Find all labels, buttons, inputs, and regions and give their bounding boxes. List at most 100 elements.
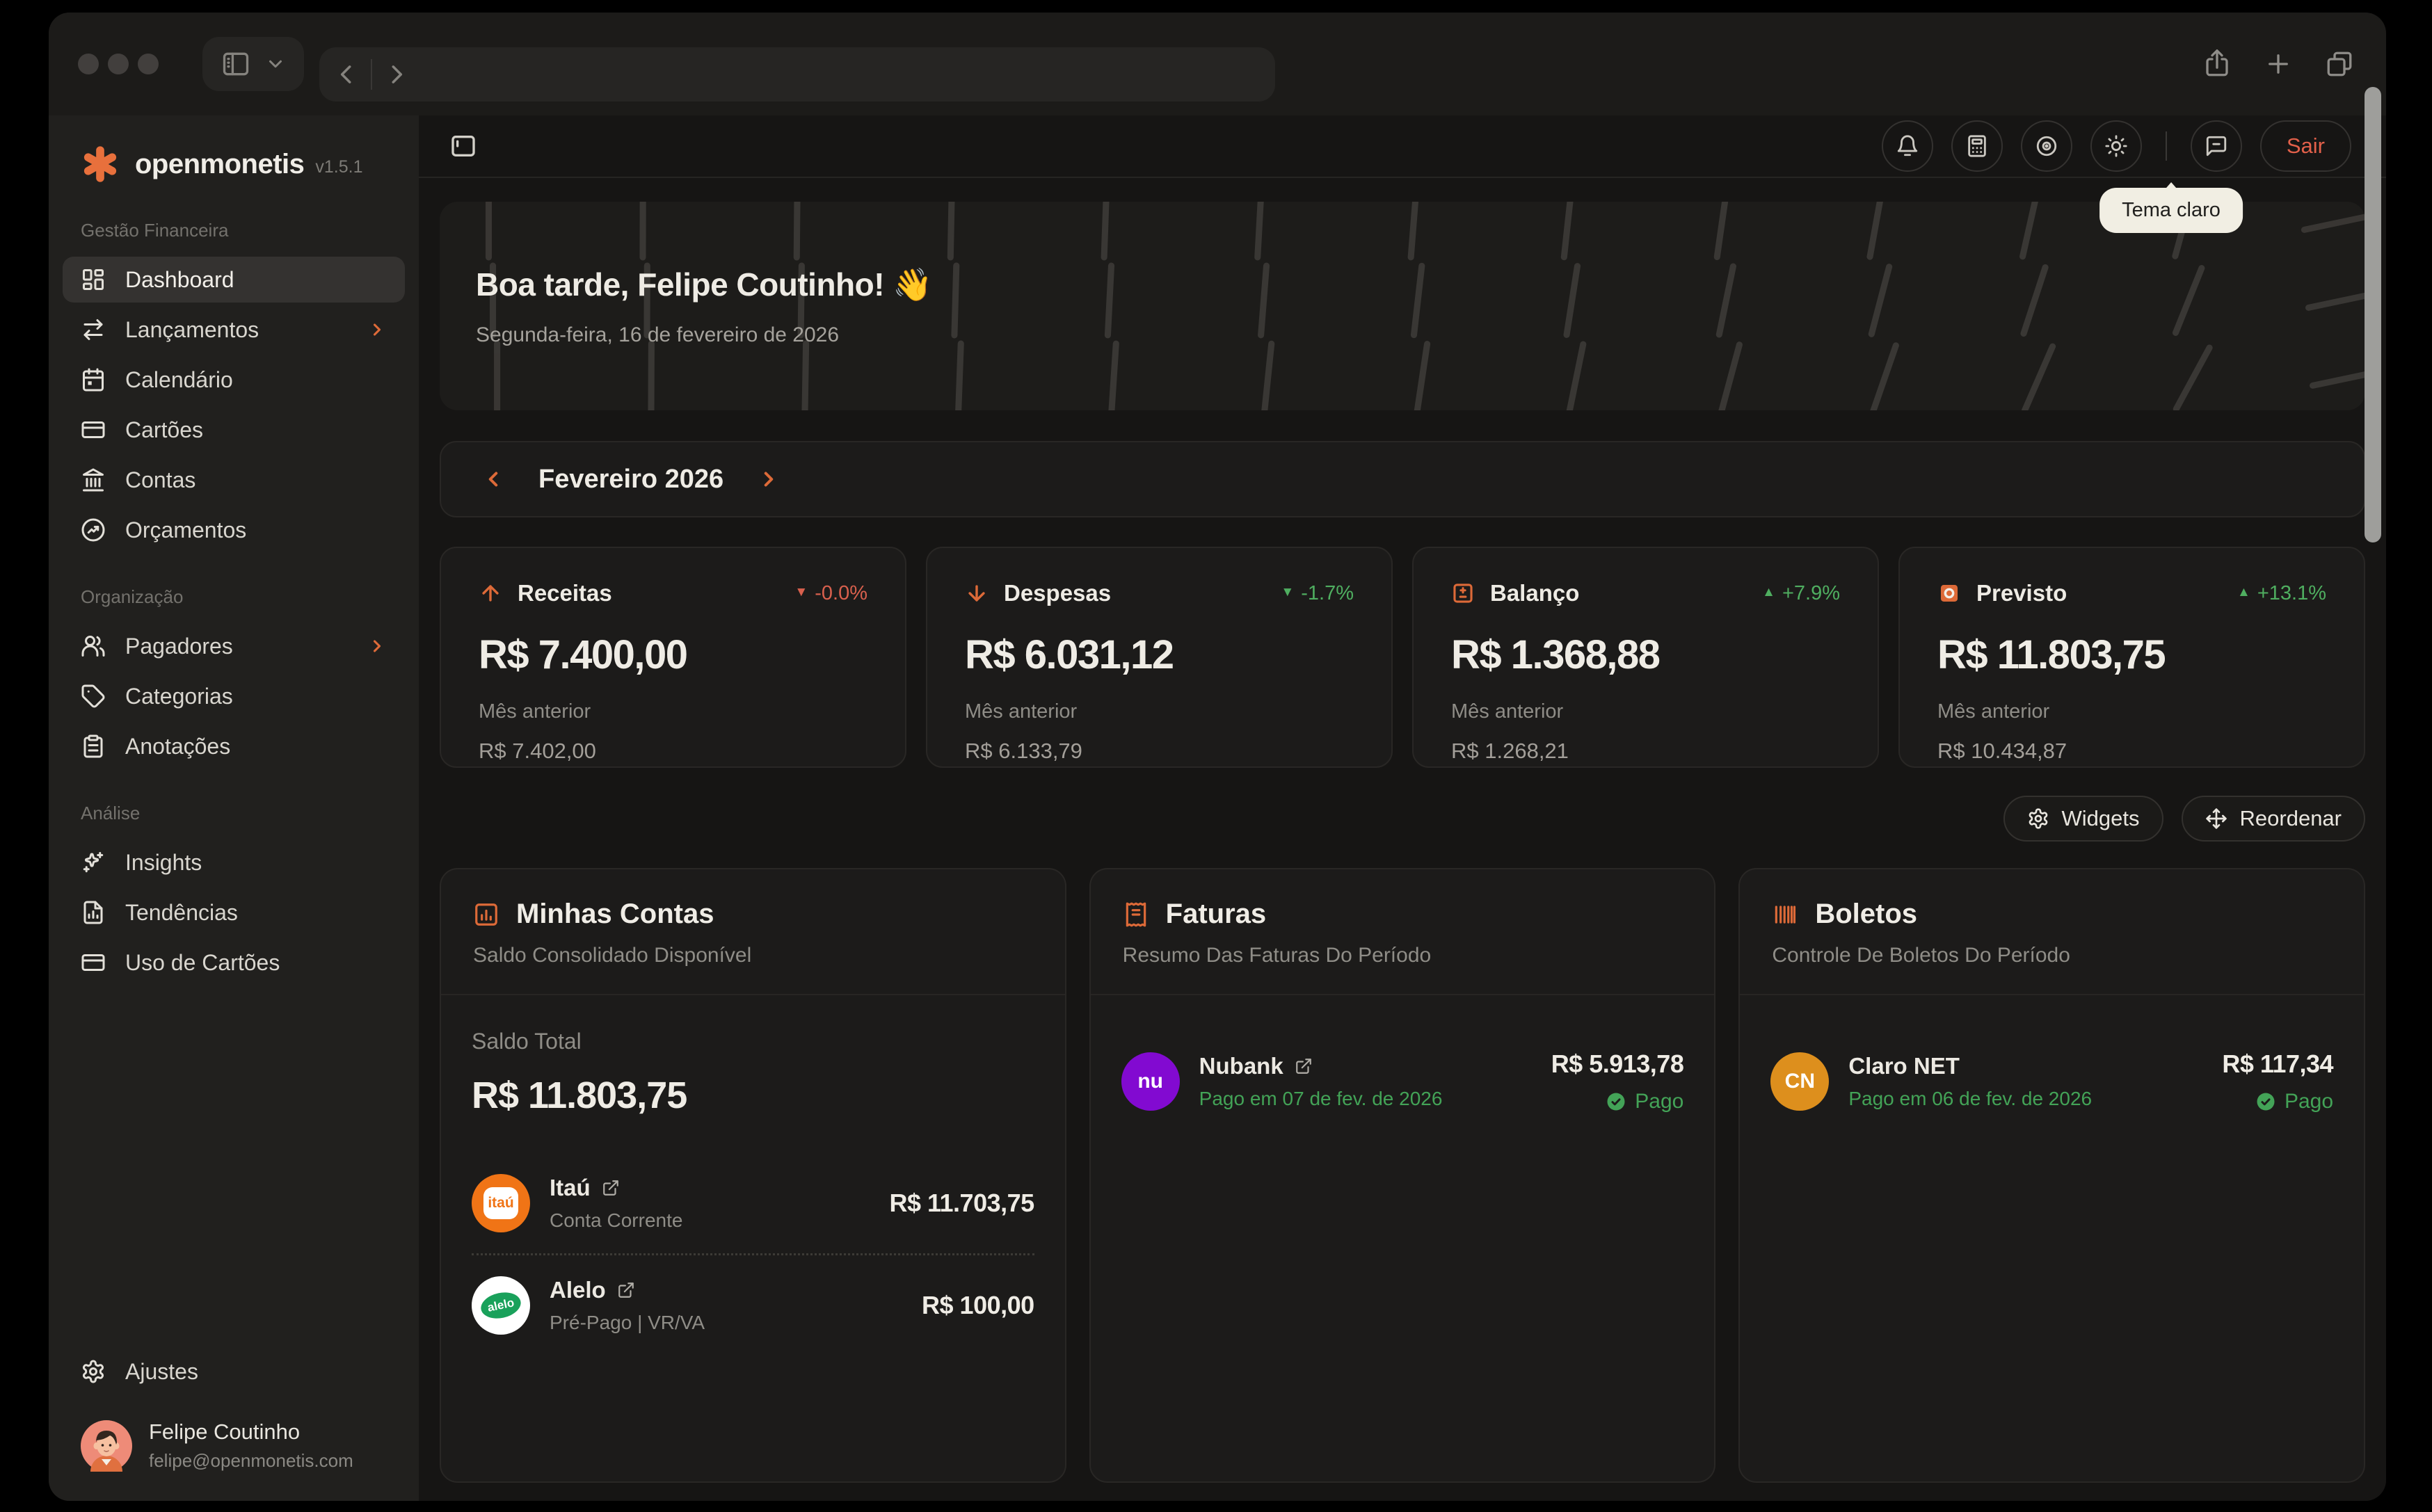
account-detail: Conta Corrente bbox=[550, 1209, 682, 1232]
trend-badge: ▲+13.1% bbox=[2237, 582, 2326, 605]
widgets-row: Minhas Contas Saldo Consolidado Disponív… bbox=[440, 868, 2365, 1483]
external-link-icon[interactable] bbox=[1295, 1057, 1313, 1075]
theme-tooltip: Tema claro bbox=[2099, 188, 2243, 233]
sidebar-item-dashboard[interactable]: Dashboard bbox=[63, 257, 405, 303]
widget-title: Boletos bbox=[1815, 899, 1917, 930]
widget-minhas-contas: Minhas Contas Saldo Consolidado Disponív… bbox=[440, 868, 1066, 1483]
asterisk-logo-icon bbox=[81, 145, 120, 184]
stat-card-receitas[interactable]: Receitas ▼-0.0% R$ 7.400,00 Mês anterior… bbox=[440, 547, 906, 768]
bill-value: R$ 117,34 bbox=[2222, 1049, 2333, 1079]
sidebar-item-anotacoes[interactable]: Anotações bbox=[63, 723, 405, 769]
history-nav bbox=[319, 47, 1275, 102]
forward-button[interactable] bbox=[383, 61, 410, 88]
credit-card-icon bbox=[81, 417, 106, 442]
sidebar-item-uso-de-cartoes[interactable]: Uso de Cartões bbox=[63, 940, 405, 986]
budget-goal-icon bbox=[81, 517, 106, 542]
account-name: Itaú bbox=[550, 1175, 591, 1201]
sidebar-item-tendencias[interactable]: Tendências bbox=[63, 890, 405, 935]
sidebar-collapse-button[interactable] bbox=[449, 132, 477, 160]
account-row-alelo[interactable]: alelo Alelo Pré-Pago | VR/VA R$ 100,00 bbox=[472, 1253, 1034, 1356]
sidebar-item-calendario[interactable]: Calendário bbox=[63, 357, 405, 403]
calculator-button[interactable] bbox=[1951, 120, 2003, 172]
app-name: openmonetis bbox=[135, 149, 304, 180]
sidebar-item-insights[interactable]: Insights bbox=[63, 839, 405, 885]
sidebar: openmonetis v1.5.1 Gestão Financeira Das… bbox=[49, 115, 419, 1501]
sidebar-item-label: Anotações bbox=[125, 734, 230, 759]
sidebar-item-ajustes[interactable]: Ajustes bbox=[63, 1349, 405, 1394]
sidebar-item-label: Ajustes bbox=[125, 1359, 198, 1385]
stat-label: Despesas bbox=[1004, 580, 1111, 606]
theme-toggle-button[interactable] bbox=[2090, 120, 2142, 172]
trend-badge: ▼-1.7% bbox=[1281, 582, 1354, 605]
trend-badge: ▲+7.9% bbox=[1762, 582, 1840, 605]
next-month-button[interactable] bbox=[757, 467, 781, 491]
divider bbox=[371, 59, 372, 90]
user-profile[interactable]: Felipe Coutinho felipe@openmonetis.com bbox=[63, 1399, 405, 1477]
external-link-icon[interactable] bbox=[617, 1281, 635, 1299]
tab-overview-icon[interactable] bbox=[2325, 49, 2354, 79]
sidebar-item-cartoes[interactable]: Cartões bbox=[63, 407, 405, 453]
privacy-eye-button[interactable] bbox=[2021, 120, 2072, 172]
greeting-date: Segunda-feira, 16 de fevereiro de 2026 bbox=[476, 323, 2365, 347]
itau-logo: itaú bbox=[472, 1174, 530, 1232]
stat-label: Balanço bbox=[1490, 580, 1579, 606]
widget-title: Minhas Contas bbox=[516, 899, 714, 930]
sidebar-item-label: Categorias bbox=[125, 684, 233, 709]
account-row-itau[interactable]: itaú Itaú Conta Corrente R$ 11.703,75 bbox=[472, 1153, 1034, 1253]
sidebar-item-label: Pagadores bbox=[125, 634, 233, 659]
sidebar-item-label: Dashboard bbox=[125, 267, 234, 293]
sidebar-item-pagadores[interactable]: Pagadores bbox=[63, 623, 405, 669]
external-link-icon[interactable] bbox=[602, 1179, 620, 1197]
widget-subtitle: Resumo Das Faturas Do Período bbox=[1123, 944, 1683, 967]
window-minimize-button[interactable] bbox=[108, 54, 129, 74]
user-email: felipe@openmonetis.com bbox=[149, 1450, 353, 1472]
barcode-icon bbox=[1772, 901, 1798, 928]
new-tab-icon[interactable] bbox=[2264, 49, 2293, 79]
account-detail: Pré-Pago | VR/VA bbox=[550, 1312, 705, 1334]
stat-prev-value: R$ 10.434,87 bbox=[1937, 739, 2326, 764]
divider bbox=[2166, 131, 2167, 161]
nav-section-label: Análise bbox=[63, 803, 405, 824]
receipt-icon bbox=[1123, 901, 1149, 928]
sidebar-item-label: Calendário bbox=[125, 367, 233, 393]
dashboard-content: Boa tarde, Felipe Coutinho! 👋 Segunda-fe… bbox=[419, 178, 2386, 1501]
sidebar-item-orcamentos[interactable]: Orçamentos bbox=[63, 507, 405, 553]
sidebar-item-label: Lançamentos bbox=[125, 317, 259, 343]
stat-value: R$ 6.031,12 bbox=[965, 632, 1354, 678]
browser-sidebar-toggle[interactable] bbox=[202, 37, 304, 91]
back-button[interactable] bbox=[333, 61, 360, 88]
feedback-chat-button[interactable] bbox=[2191, 120, 2242, 172]
stat-label: Receitas bbox=[518, 580, 612, 606]
sidebar-item-categorias[interactable]: Categorias bbox=[63, 673, 405, 719]
stat-card-balanco[interactable]: Balanço ▲+7.9% R$ 1.368,88 Mês anterior … bbox=[1412, 547, 1879, 768]
invoice-row-nubank[interactable]: nu Nubank Pago em 07 de fev. de 2026 R$ … bbox=[1121, 1029, 1684, 1134]
stat-prev-label: Mês anterior bbox=[1451, 700, 1840, 723]
window-zoom-button[interactable] bbox=[138, 54, 159, 74]
widget-subtitle: Saldo Consolidado Disponível bbox=[473, 944, 1033, 967]
sidebar-item-lancamentos[interactable]: Lançamentos bbox=[63, 307, 405, 353]
account-name: Alelo bbox=[550, 1277, 606, 1303]
bill-name: Claro NET bbox=[1848, 1053, 1960, 1079]
window-scrollbar[interactable] bbox=[2365, 87, 2381, 542]
stat-prev-value: R$ 6.133,79 bbox=[965, 739, 1354, 764]
window-close-button[interactable] bbox=[78, 54, 99, 74]
share-icon[interactable] bbox=[2202, 49, 2232, 79]
notifications-button[interactable] bbox=[1882, 120, 1933, 172]
bill-paid-date: Pago em 06 de fev. de 2026 bbox=[1848, 1088, 2092, 1110]
reorder-button[interactable]: Reordenar bbox=[2182, 796, 2365, 842]
sidebar-item-contas[interactable]: Contas bbox=[63, 457, 405, 503]
stat-card-previsto[interactable]: Previsto ▲+13.1% R$ 11.803,75 Mês anteri… bbox=[1898, 547, 2365, 768]
status-badge: Pago bbox=[1551, 1090, 1684, 1113]
bill-row-claro-net[interactable]: CN Claro NET Pago em 06 de fev. de 2026 … bbox=[1770, 1029, 2333, 1134]
logout-button[interactable]: Sair bbox=[2260, 120, 2351, 172]
total-label: Saldo Total bbox=[472, 1029, 1034, 1054]
stat-card-despesas[interactable]: Despesas ▼-1.7% R$ 6.031,12 Mês anterior… bbox=[926, 547, 1393, 768]
triangle-up-icon: ▲ bbox=[1762, 585, 1775, 600]
prev-month-button[interactable] bbox=[481, 467, 505, 491]
widgets-button[interactable]: Widgets bbox=[2003, 796, 2163, 842]
stat-value: R$ 7.400,00 bbox=[479, 632, 867, 678]
sidebar-item-label: Insights bbox=[125, 850, 202, 876]
transactions-icon bbox=[81, 317, 106, 342]
total-value: R$ 11.803,75 bbox=[472, 1074, 1034, 1117]
stat-value: R$ 1.368,88 bbox=[1451, 632, 1840, 678]
